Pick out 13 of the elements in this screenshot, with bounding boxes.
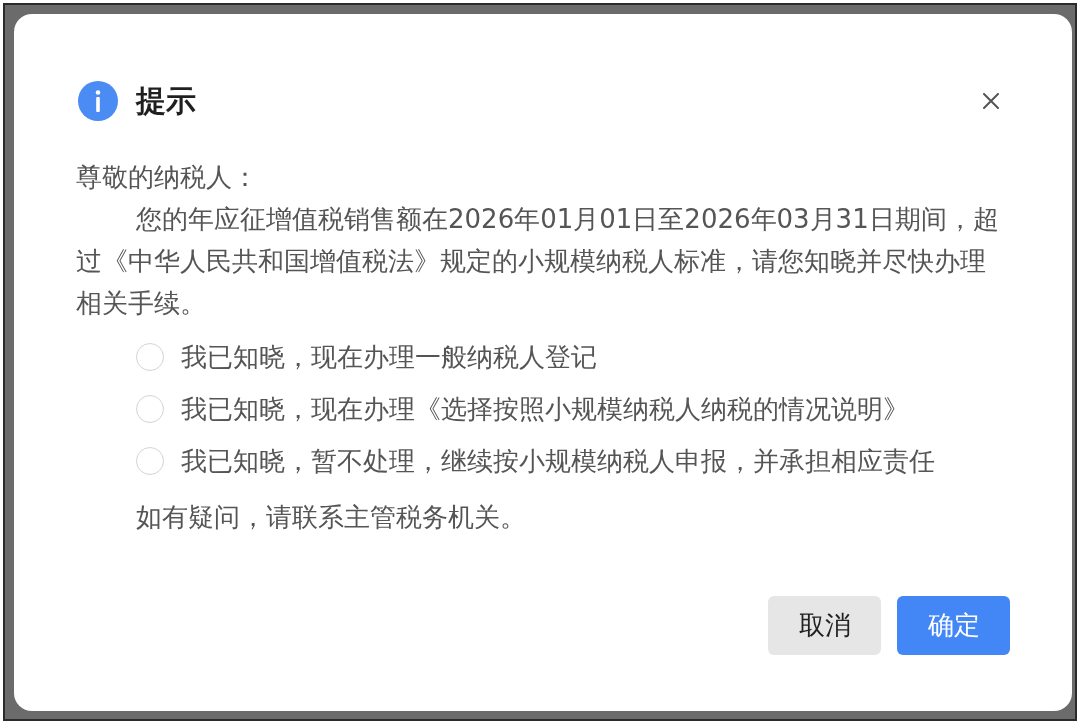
- radio-button[interactable]: [136, 447, 164, 475]
- option-label[interactable]: 我已知晓，现在办理《选择按照小规模纳税人纳税的情况说明》: [181, 388, 909, 430]
- cancel-button[interactable]: 取消: [768, 596, 881, 655]
- option-label[interactable]: 我已知晓，现在办理一般纳税人登记: [181, 336, 597, 378]
- info-icon: [78, 81, 118, 121]
- radio-button[interactable]: [136, 343, 164, 371]
- dialog-title: 提示: [136, 82, 196, 120]
- option-label[interactable]: 我已知晓，暂不处理，继续按小规模纳税人申报，并承担相应责任: [181, 440, 935, 482]
- note-text: 如有疑问，请联系主管税务机关。: [135, 501, 527, 534]
- message-text: 您的年应征增值税销售额在2026年01月01日至2026年03月31日期间，超过《中华人民共和国增值税法》规定的小规模纳税人标准，请您知晓并尽快办理相关手续。: [76, 203, 1000, 320]
- radio-button[interactable]: [136, 395, 164, 423]
- greeting-text: 尊敬的纳税人：: [76, 161, 259, 194]
- close-icon: [983, 93, 999, 109]
